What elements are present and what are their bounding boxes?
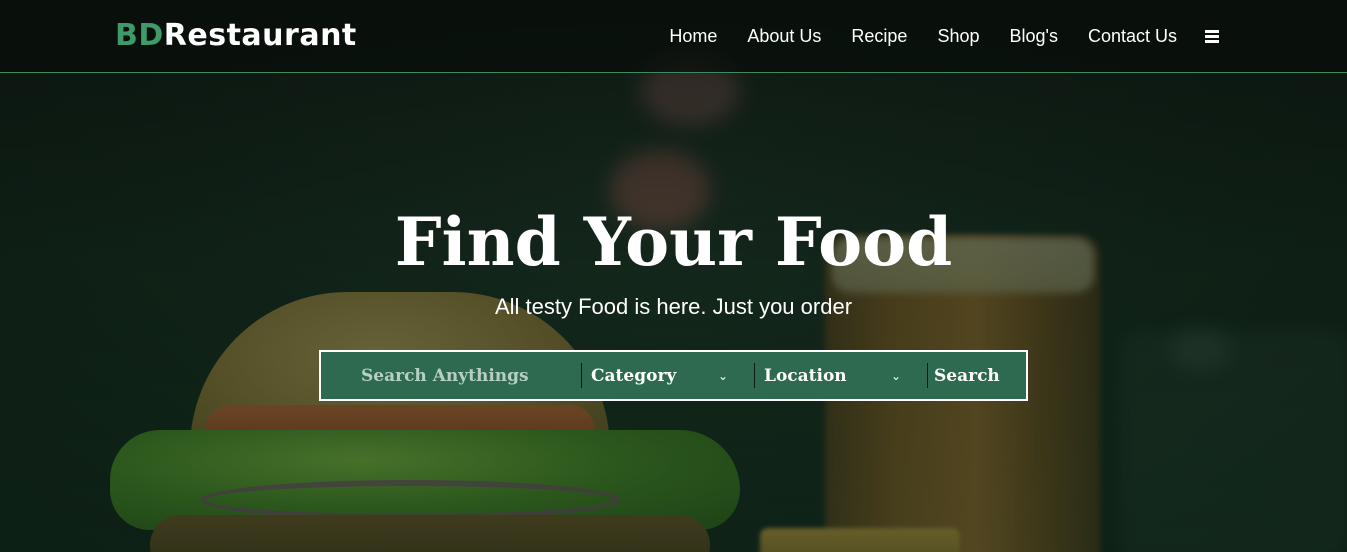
search-input[interactable] bbox=[321, 352, 581, 399]
site-logo[interactable]: BDRestaurant bbox=[115, 18, 357, 54]
hamburger-menu-icon[interactable] bbox=[1205, 29, 1219, 43]
nav-contact-us[interactable]: Contact Us bbox=[1088, 24, 1177, 48]
category-select-label: Category bbox=[591, 365, 677, 386]
hero-subtitle: All testy Food is here. Just you order bbox=[494, 294, 853, 319]
nav-about-us[interactable]: About Us bbox=[747, 24, 821, 48]
nav-blogs[interactable]: Blog's bbox=[1009, 24, 1057, 48]
chevron-down-icon: ⌄ bbox=[890, 368, 901, 383]
main-nav: Home About Us Recipe Shop Blog's Contact… bbox=[669, 24, 1219, 48]
nav-shop[interactable]: Shop bbox=[937, 24, 979, 48]
category-select[interactable]: Category ⌄ bbox=[582, 352, 754, 399]
site-header: BDRestaurant Home About Us Recipe Shop B… bbox=[0, 0, 1347, 73]
menu-icon-bar bbox=[1205, 39, 1219, 43]
location-select-label: Location bbox=[764, 365, 847, 386]
hero-title: Find Your Food bbox=[394, 203, 953, 281]
menu-icon-bar bbox=[1205, 29, 1219, 33]
search-bar: Category ⌄ Location ⌄ Search bbox=[319, 350, 1028, 401]
chevron-down-icon: ⌄ bbox=[717, 368, 728, 383]
nav-recipe[interactable]: Recipe bbox=[851, 24, 907, 48]
location-select[interactable]: Location ⌄ bbox=[755, 352, 927, 399]
logo-text: Restaurant bbox=[163, 18, 357, 53]
logo-accent: BD bbox=[115, 18, 164, 53]
nav-home[interactable]: Home bbox=[669, 24, 717, 48]
search-button[interactable]: Search bbox=[928, 366, 1000, 386]
menu-icon-bar bbox=[1205, 34, 1219, 38]
